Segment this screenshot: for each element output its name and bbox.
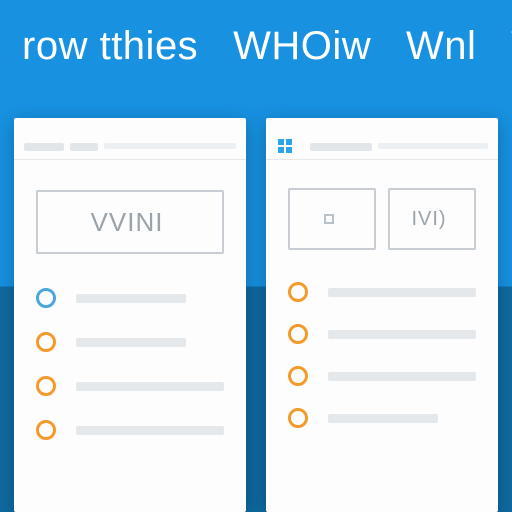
tab-ghost[interactable]	[70, 143, 98, 151]
panel-left-chrome	[14, 118, 246, 160]
option-card-b[interactable]: IVI)	[388, 188, 476, 250]
option-card-b-main: IVI)	[411, 208, 446, 231]
address-bar[interactable]	[378, 143, 488, 149]
option-text-skeleton	[76, 382, 224, 391]
radio-icon	[288, 324, 308, 344]
panel-row: VVINI	[0, 118, 512, 512]
option-item[interactable]	[288, 408, 476, 428]
logo-card-row: IVI)	[288, 188, 476, 250]
hero-word-1: row	[22, 24, 88, 68]
hero-title: row tthies WHOiw Wnl Wind	[22, 24, 512, 69]
hero-banner: row tthies WHOiw Wnl Wind	[0, 0, 512, 118]
hero-word-3: WHOiw	[233, 24, 371, 68]
option-list-left	[36, 288, 224, 440]
option-item[interactable]	[36, 376, 224, 396]
radio-icon	[288, 366, 308, 386]
panel-left: VVINI	[14, 118, 246, 512]
option-text-skeleton	[76, 426, 224, 435]
panel-right-body: IVI)	[266, 160, 498, 512]
option-item[interactable]	[36, 420, 224, 440]
option-text-skeleton	[76, 294, 186, 303]
product-logo-text: VVINI	[91, 207, 164, 238]
square-icon	[324, 214, 334, 224]
panel-left-body: VVINI	[14, 160, 246, 512]
tab-ghost[interactable]	[24, 143, 64, 151]
option-item[interactable]	[36, 332, 224, 352]
option-card-a[interactable]	[288, 188, 376, 250]
address-bar[interactable]	[104, 143, 236, 149]
option-item[interactable]	[36, 288, 224, 308]
product-logo-card: VVINI	[36, 190, 224, 254]
radio-icon	[36, 420, 56, 440]
option-text-skeleton	[328, 414, 438, 423]
option-text-skeleton	[328, 330, 476, 339]
option-list-right	[288, 282, 476, 428]
breadcrumb	[38, 174, 224, 182]
hero-word-2: tthies	[100, 24, 199, 68]
panel-right: IVI)	[266, 118, 498, 512]
option-item[interactable]	[288, 324, 476, 344]
hero-word-4: Wnl	[406, 24, 476, 68]
radio-icon	[36, 288, 56, 308]
radio-icon	[288, 408, 308, 428]
tab-ghost[interactable]	[310, 143, 372, 151]
option-item[interactable]	[288, 282, 476, 302]
radio-icon	[288, 282, 308, 302]
panel-right-chrome	[266, 118, 498, 160]
radio-icon	[36, 376, 56, 396]
radio-icon	[36, 332, 56, 352]
option-text-skeleton	[76, 338, 186, 347]
option-item[interactable]	[288, 366, 476, 386]
windows-logo-icon	[278, 139, 292, 153]
option-text-skeleton	[328, 372, 476, 381]
option-text-skeleton	[328, 288, 476, 297]
